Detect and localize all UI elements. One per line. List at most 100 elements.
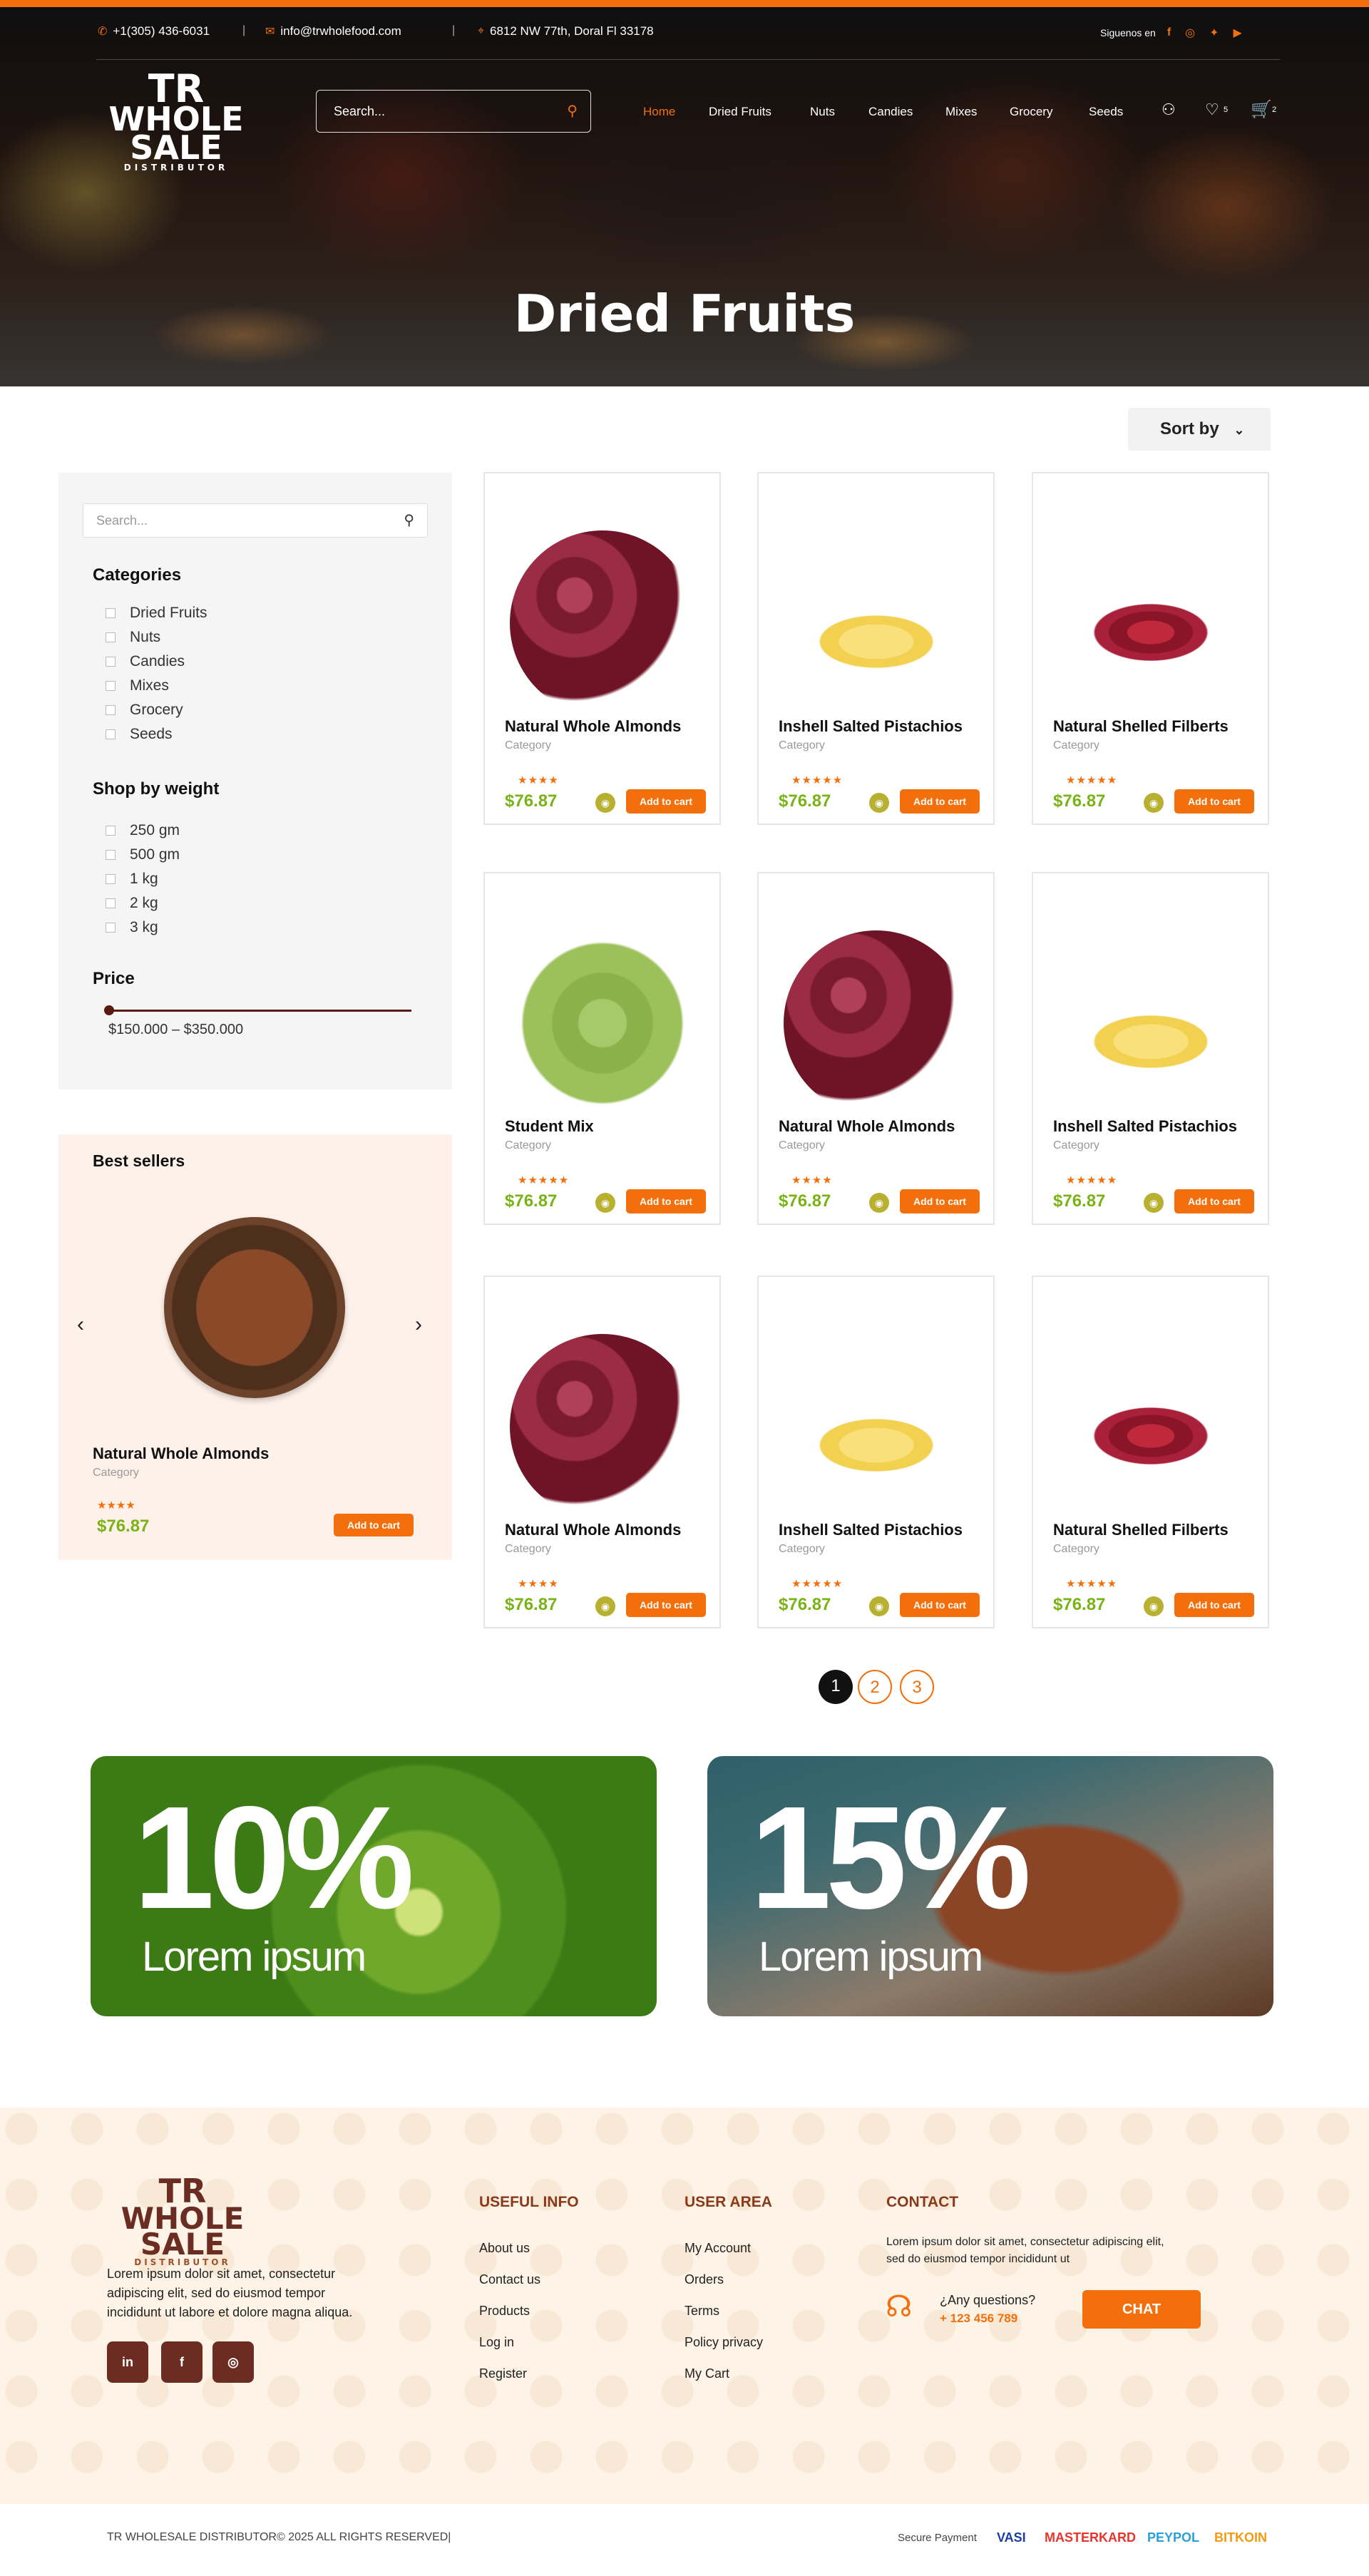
promo-banner-15[interactable]: 15% Lorem ipsum <box>707 1756 1273 2016</box>
add-to-cart-button[interactable]: Add to cart <box>900 1593 980 1617</box>
add-to-cart-button[interactable]: Add to cart <box>900 789 980 814</box>
product-name[interactable]: Natural Shelled Filberts <box>1053 717 1229 736</box>
site-logo[interactable]: TR WHOLE SALE DISTRIBUTOR <box>96 69 256 173</box>
twitter-icon[interactable]: ✦ <box>1209 26 1219 40</box>
cart-icon[interactable]: 🛒 <box>1251 99 1272 120</box>
contact-phone[interactable]: + 123 456 789 <box>940 2311 1017 2326</box>
facebook-icon[interactable]: f <box>1167 26 1171 39</box>
eye-icon[interactable]: ◉ <box>869 1193 889 1213</box>
product-image[interactable] <box>783 1334 969 1519</box>
add-to-cart-button[interactable]: Add to cart <box>626 789 706 814</box>
product-image[interactable] <box>509 530 695 716</box>
product-name[interactable]: Natural Shelled Filberts <box>1053 1521 1229 1539</box>
email-link[interactable]: ✉ info@trwholefood.com <box>265 24 401 39</box>
address-link[interactable]: ⌖ 6812 NW 77th, Doral Fl 33178 <box>478 24 654 39</box>
heart-icon[interactable]: ♡ <box>1205 101 1219 119</box>
product-card[interactable]: Inshell Salted Pistachios Category ★★★★★ $7… <box>757 472 995 825</box>
footer-link-products[interactable]: Products <box>479 2304 530 2319</box>
nav-home[interactable]: Home <box>643 105 675 119</box>
product-name[interactable]: Student Mix <box>505 1117 594 1136</box>
add-to-cart-button[interactable]: Add to cart <box>1174 789 1254 814</box>
product-card[interactable]: Natural Shelled Filberts Category ★★★★★ $76… <box>1032 1276 1269 1628</box>
eye-icon[interactable]: ◉ <box>595 793 615 813</box>
weight-checkbox[interactable]: 3 kg <box>106 919 158 936</box>
eye-icon[interactable]: ◉ <box>595 1193 615 1213</box>
eye-icon[interactable]: ◉ <box>1144 1596 1164 1616</box>
category-checkbox[interactable]: Grocery <box>106 702 183 719</box>
price-slider-handle[interactable] <box>104 1005 114 1015</box>
footer-link-register[interactable]: Register <box>479 2366 527 2381</box>
product-card[interactable]: Inshell Salted Pistachios Category ★★★★★ $7… <box>1032 872 1269 1225</box>
sort-dropdown[interactable]: Sort by ⌄ <box>1128 408 1271 451</box>
add-to-cart-button[interactable]: Add to cart <box>626 1189 706 1213</box>
eye-icon[interactable]: ◉ <box>595 1596 615 1616</box>
filter-search-input[interactable]: Search... ⚲ <box>83 503 428 538</box>
product-image[interactable] <box>783 930 969 1116</box>
user-icon[interactable]: ⚇ <box>1162 101 1176 119</box>
phone-link[interactable]: ✆ +1(305) 436-6031 <box>98 24 210 39</box>
footer-link-account[interactable]: My Account <box>684 2241 751 2256</box>
page-1-button[interactable]: 1 <box>819 1670 853 1704</box>
add-to-cart-button[interactable]: Add to cart <box>626 1593 706 1617</box>
product-name[interactable]: Inshell Salted Pistachios <box>779 1521 963 1539</box>
category-checkbox[interactable]: Candies <box>106 653 185 670</box>
nav-candies[interactable]: Candies <box>868 105 913 119</box>
chevron-right-icon[interactable]: › <box>415 1313 422 1337</box>
product-image[interactable] <box>1057 530 1244 716</box>
product-card[interactable]: Natural Whole Almonds Category ★★★★ $76.87 ◉… <box>757 872 995 1225</box>
footer-link-cart[interactable]: My Cart <box>684 2366 729 2381</box>
eye-icon[interactable]: ◉ <box>1144 1193 1164 1213</box>
youtube-icon[interactable]: ▶ <box>1234 26 1242 40</box>
nav-nuts[interactable]: Nuts <box>810 105 835 119</box>
add-to-cart-button[interactable]: Add to cart <box>1174 1593 1254 1617</box>
product-image[interactable] <box>509 1334 695 1519</box>
footer-link-terms[interactable]: Terms <box>684 2304 719 2319</box>
nav-grocery[interactable]: Grocery <box>1010 105 1052 119</box>
linkedin-icon[interactable]: in <box>107 2341 148 2383</box>
footer-link-contact[interactable]: Contact us <box>479 2272 540 2287</box>
chevron-left-icon[interactable]: ‹ <box>77 1313 84 1337</box>
facebook-icon[interactable]: f <box>161 2341 202 2383</box>
promo-banner-10[interactable]: 10% Lorem ipsum <box>91 1756 657 2016</box>
product-name[interactable]: Natural Whole Almonds <box>93 1444 269 1463</box>
weight-checkbox[interactable]: 500 gm <box>106 846 180 863</box>
product-image[interactable] <box>1057 930 1244 1116</box>
category-checkbox[interactable]: Seeds <box>106 726 173 743</box>
product-image[interactable] <box>783 530 969 716</box>
nav-dried-fruits[interactable]: Dried Fruits <box>709 105 771 119</box>
add-to-cart-button[interactable]: Add to cart <box>334 1514 414 1536</box>
product-name[interactable]: Inshell Salted Pistachios <box>779 717 963 736</box>
footer-link-privacy[interactable]: Policy privacy <box>684 2335 763 2350</box>
product-image[interactable] <box>509 930 695 1116</box>
product-name[interactable]: Natural Whole Almonds <box>505 717 681 736</box>
header-search-input[interactable]: Search... ⚲ <box>316 90 591 133</box>
footer-link-orders[interactable]: Orders <box>684 2272 724 2287</box>
search-icon[interactable]: ⚲ <box>404 511 414 529</box>
add-to-cart-button[interactable]: Add to cart <box>900 1189 980 1213</box>
category-checkbox[interactable]: Mixes <box>106 677 169 694</box>
nav-seeds[interactable]: Seeds <box>1089 105 1123 119</box>
eye-icon[interactable]: ◉ <box>1144 793 1164 813</box>
product-card[interactable]: Inshell Salted Pistachios Category ★★★★★ $7… <box>757 1276 995 1628</box>
search-icon[interactable]: ⚲ <box>567 102 578 120</box>
eye-icon[interactable]: ◉ <box>869 1596 889 1616</box>
price-slider-track[interactable] <box>108 1010 411 1012</box>
product-card[interactable]: Natural Whole Almonds Category ★★★★ $76.87 ◉… <box>483 472 721 825</box>
product-card[interactable]: Student Mix Category ★★★★★ $76.87 ◉ Add to ca… <box>483 872 721 1225</box>
weight-checkbox[interactable]: 2 kg <box>106 895 158 912</box>
eye-icon[interactable]: ◉ <box>869 793 889 813</box>
footer-link-login[interactable]: Log in <box>479 2335 514 2350</box>
category-checkbox[interactable]: Nuts <box>106 629 160 646</box>
chat-button[interactable]: CHAT <box>1082 2290 1201 2329</box>
product-image[interactable] <box>164 1217 345 1398</box>
page-3-button[interactable]: 3 <box>900 1670 934 1704</box>
weight-checkbox[interactable]: 250 gm <box>106 822 180 839</box>
footer-link-about[interactable]: About us <box>479 2241 530 2256</box>
footer-logo[interactable]: TR WHOLE SALE DISTRIBUTOR <box>107 2175 258 2267</box>
product-name[interactable]: Natural Whole Almonds <box>505 1521 681 1539</box>
product-name[interactable]: Inshell Salted Pistachios <box>1053 1117 1237 1136</box>
product-image[interactable] <box>1057 1334 1244 1519</box>
instagram-icon[interactable]: ◎ <box>212 2341 254 2383</box>
product-card[interactable]: Natural Shelled Filberts Category ★★★★★ $76… <box>1032 472 1269 825</box>
page-2-button[interactable]: 2 <box>858 1670 892 1704</box>
